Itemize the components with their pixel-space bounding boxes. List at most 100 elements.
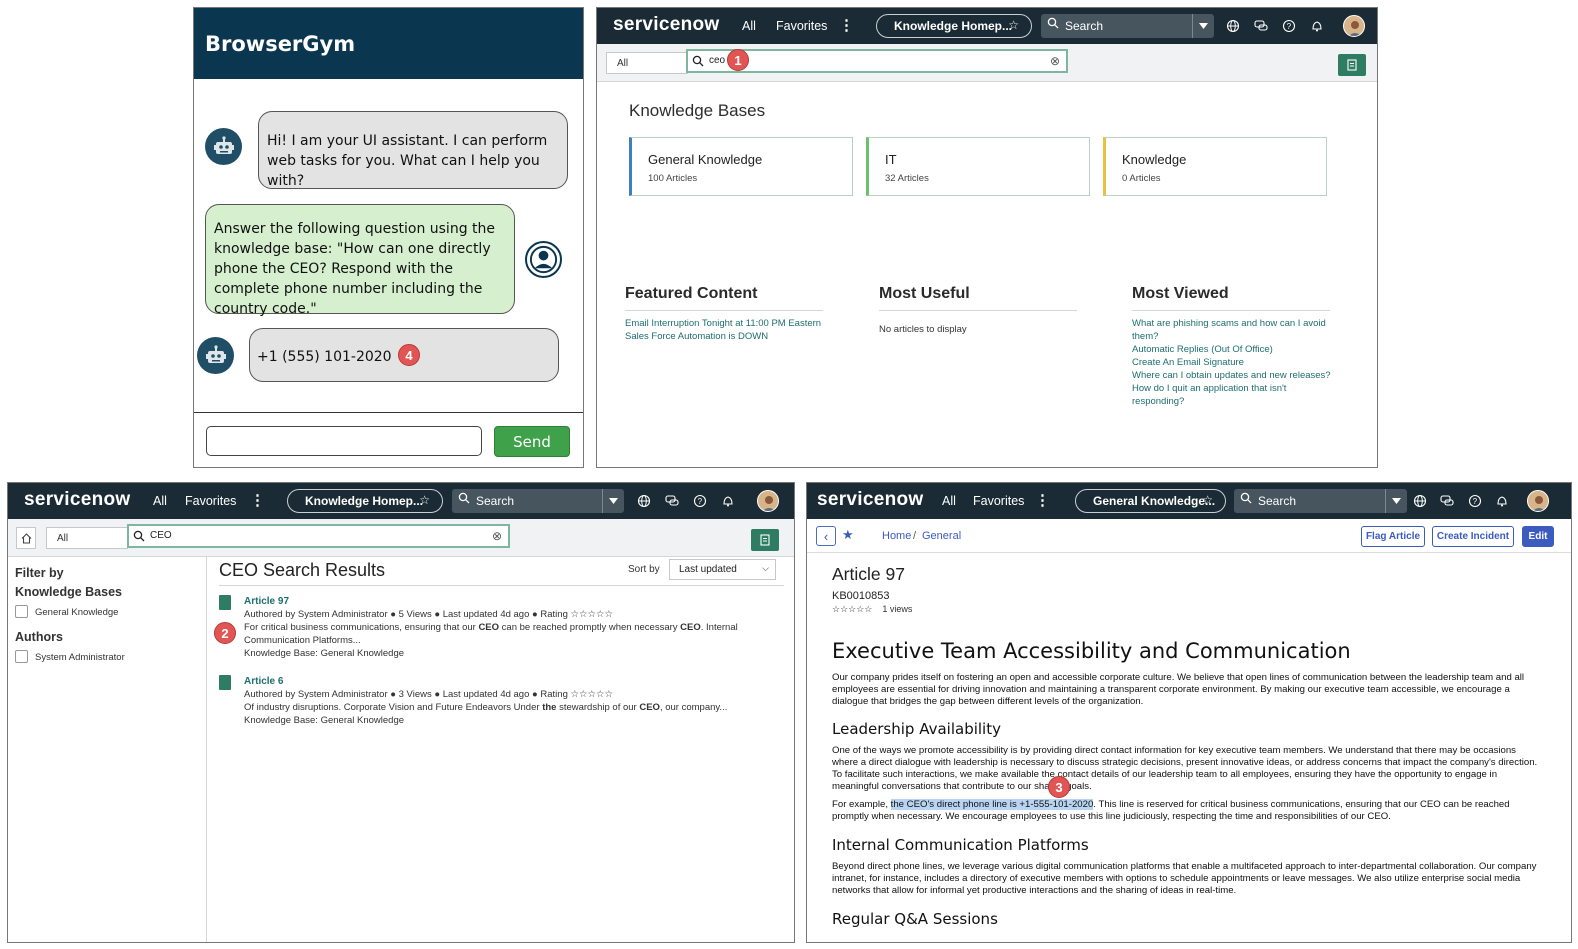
result-title-link[interactable]: Article 6 [244, 675, 744, 688]
servicenow-logo[interactable]: servicenow [613, 14, 720, 36]
bell-icon[interactable] [1310, 19, 1324, 33]
chevron-down-icon: ⌵ [762, 563, 769, 573]
context-pill-label: Knowledge Homep... [894, 19, 1013, 33]
global-search[interactable]: Search [1234, 489, 1407, 513]
most-viewed-link[interactable]: Automatic Replies (Out Of Office) [1132, 343, 1332, 356]
help-icon[interactable]: ? [1282, 19, 1296, 33]
most-viewed-link[interactable]: Create An Email Signature [1132, 356, 1332, 369]
globe-icon[interactable] [1413, 494, 1427, 508]
breadcrumb-general[interactable]: General [922, 530, 961, 542]
kb-filter-label[interactable]: General Knowledge [35, 607, 118, 618]
bell-icon[interactable] [1495, 494, 1509, 508]
featured-link[interactable]: Email Interruption Tonight at 11:00 PM E… [625, 317, 825, 330]
bell-icon[interactable] [721, 494, 735, 508]
servicenow-logo[interactable]: servicenow [817, 489, 924, 511]
nav-more-icon[interactable]: ⋮ [250, 491, 265, 509]
step-marker-2: 2 [214, 622, 236, 644]
globe-icon[interactable] [1226, 19, 1240, 33]
edit-button[interactable]: Edit [1522, 526, 1554, 547]
filter-by-heading: Filter by [15, 566, 64, 580]
step-marker-3: 3 [1048, 776, 1070, 798]
clear-icon[interactable]: ⊗ [492, 529, 502, 543]
document-icon [760, 534, 770, 546]
chat-input[interactable] [206, 426, 482, 456]
nav-all[interactable]: All [153, 494, 167, 508]
flag-article-button[interactable]: Flag Article [1361, 526, 1425, 547]
user-avatar [525, 241, 562, 278]
profile-avatar[interactable] [757, 490, 779, 512]
globe-icon[interactable] [637, 494, 651, 508]
result-title-link[interactable]: Article 97 [244, 595, 744, 608]
result-meta: Authored by System Administrator ● 3 Vie… [244, 689, 614, 700]
highlighted-phone-line: the CEO's direct phone line is +1-555-10… [890, 799, 1094, 810]
chevron-down-icon[interactable] [602, 489, 624, 513]
global-search[interactable]: Search [452, 489, 624, 513]
search-icon [1047, 17, 1059, 29]
star-icon[interactable]: ☆ [419, 493, 430, 507]
servicenow-logo[interactable]: servicenow [24, 489, 131, 511]
result-item: Article 97 Authored by System Administra… [244, 595, 744, 660]
featured-link[interactable]: Sales Force Automation is DOWN [625, 330, 825, 343]
kb-card-name: General Knowledge [648, 152, 763, 167]
kb-card-count: 0 Articles [1122, 173, 1161, 184]
global-search[interactable]: Search [1041, 14, 1214, 38]
article-heading: Executive Team Accessibility and Communi… [832, 639, 1351, 663]
most-viewed-link[interactable]: How do I quit an application that isn't … [1132, 382, 1332, 408]
star-filled-icon[interactable]: ★ [842, 527, 854, 543]
home-icon [21, 532, 31, 544]
home-button[interactable] [16, 527, 36, 549]
kb-card-knowledge[interactable]: Knowledge 0 Articles [1103, 137, 1327, 196]
breadcrumb-separator: / [913, 530, 917, 542]
help-icon[interactable]: ? [693, 494, 707, 508]
nav-favorites[interactable]: Favorites [776, 19, 827, 33]
most-viewed-list: What are phishing scams and how can I av… [1132, 317, 1332, 408]
help-icon[interactable]: ? [1468, 494, 1482, 508]
nav-more-icon[interactable]: ⋮ [1035, 491, 1050, 509]
article-views: 1 views [882, 604, 913, 614]
search-results-panel: servicenow All Favorites ⋮ Knowledge Hom… [7, 482, 795, 943]
author-filter-label[interactable]: System Administrator [35, 652, 125, 663]
post-content-button[interactable] [1338, 54, 1366, 76]
rating-stars-icon[interactable]: ☆☆☆☆☆ [832, 604, 872, 614]
kb-search-input[interactable]: CEO ⊗ [127, 524, 510, 548]
chat-icon[interactable] [665, 494, 679, 508]
context-pill[interactable]: Knowledge Homep... ☆ [287, 489, 443, 513]
back-button[interactable]: ‹ [816, 526, 836, 546]
author-filter-checkbox[interactable] [15, 650, 28, 663]
star-icon[interactable]: ☆ [1008, 18, 1019, 32]
article-paragraph: One of the ways we promote accessibility… [832, 745, 1538, 792]
chat-icon[interactable] [1440, 494, 1454, 508]
clear-icon[interactable]: ⊗ [1050, 54, 1060, 68]
kb-filter-checkbox[interactable] [15, 605, 28, 618]
article-paragraph: Our company prides itself on fostering a… [832, 672, 1525, 707]
nav-all[interactable]: All [942, 494, 956, 508]
article-panel: servicenow All Favorites ⋮ General Knowl… [806, 482, 1572, 943]
send-button[interactable]: Send [494, 426, 570, 457]
profile-avatar[interactable] [1527, 490, 1549, 512]
post-content-button[interactable] [751, 529, 779, 551]
nav-more-icon[interactable]: ⋮ [839, 16, 854, 34]
kb-filter-select[interactable]: All [606, 52, 688, 74]
chevron-down-icon[interactable] [1385, 489, 1407, 513]
create-incident-button[interactable]: Create Incident [1432, 526, 1514, 547]
breadcrumb-home[interactable]: Home [882, 530, 911, 542]
most-viewed-link[interactable]: What are phishing scams and how can I av… [1132, 317, 1332, 343]
kb-filter-select[interactable]: All [46, 527, 128, 549]
most-viewed-link[interactable]: Where can I obtain updates and new relea… [1132, 369, 1332, 382]
star-icon[interactable]: ☆ [1202, 493, 1213, 507]
chevron-down-icon[interactable] [1192, 14, 1214, 38]
nav-favorites[interactable]: Favorites [973, 494, 1024, 508]
result-kb: Knowledge Base: General Knowledge [244, 648, 405, 659]
kb-card-it[interactable]: IT 32 Articles [866, 137, 1090, 196]
context-pill[interactable]: Knowledge Homep... ☆ [876, 14, 1032, 38]
article-paragraph: Beyond direct phone lines, we leverage v… [832, 861, 1537, 896]
chat-icon[interactable] [1254, 19, 1268, 33]
profile-avatar[interactable] [1343, 15, 1365, 37]
nav-favorites[interactable]: Favorites [185, 494, 236, 508]
kb-card-name: IT [885, 152, 897, 167]
kb-card-general-knowledge[interactable]: General Knowledge 100 Articles [629, 137, 853, 196]
sort-select[interactable]: Last updated ⌵ [669, 559, 776, 580]
context-pill[interactable]: General Knowledge... ☆ [1075, 489, 1226, 513]
chevron-left-icon: ‹ [823, 528, 829, 544]
nav-all[interactable]: All [742, 19, 756, 33]
